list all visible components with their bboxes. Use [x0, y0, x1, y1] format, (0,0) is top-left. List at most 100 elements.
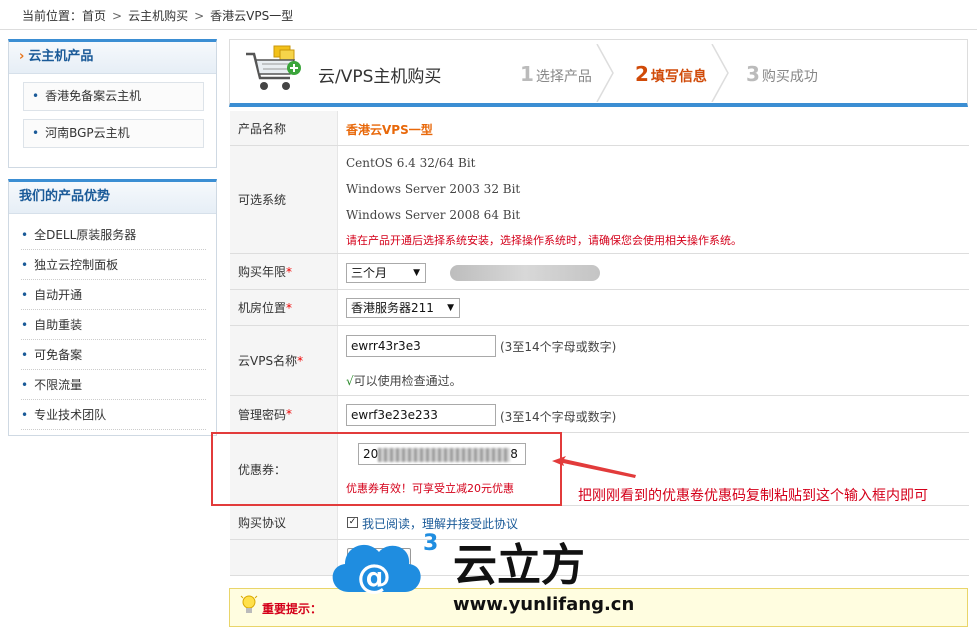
- sidebar-item-henan-bgp[interactable]: • 河南BGP云主机: [23, 119, 204, 148]
- check-icon: √: [346, 374, 354, 388]
- step-1: 1 选择产品: [520, 54, 592, 94]
- list-item-label: 不限流量: [34, 378, 83, 392]
- page-title: 云/VPS主机购买: [318, 67, 442, 87]
- step-2: 2 填写信息: [635, 54, 707, 94]
- list-item-label: 专业技术团队: [34, 408, 107, 422]
- password-hint: (3至14个字母或数字): [500, 410, 617, 424]
- product-name-value: 香港云VPS一型: [346, 123, 433, 137]
- step-number: 1: [520, 62, 534, 86]
- bullet-icon: •: [32, 89, 40, 103]
- breadcrumb: 当前位置：首页 > 云主机购买 > 香港云VPS一型: [0, 0, 977, 30]
- sidebar-item-label: 香港免备案云主机: [45, 89, 142, 103]
- location-select-value: 香港服务器211: [351, 301, 434, 315]
- list-item: • 独立云控制面板: [21, 250, 206, 280]
- step-3: 3 购买成功: [746, 54, 818, 94]
- watermark-brand: 云立方: [453, 540, 585, 591]
- blurred-info: [450, 265, 600, 281]
- location-label-text: 机房位置: [238, 301, 287, 315]
- sidebar-products-title-text: 云主机产品: [28, 49, 94, 64]
- bullet-icon: •: [21, 318, 29, 332]
- step-number: 2: [635, 62, 649, 86]
- annotation-arrow-icon: [552, 456, 636, 478]
- step-number: 3: [746, 62, 760, 86]
- annotation-text: 把刚刚看到的优惠卷优惠码复制粘贴到这个输入框内即可: [578, 488, 928, 504]
- list-item: • 自助重装: [21, 310, 206, 340]
- password-label: 管理密码 *: [230, 396, 338, 432]
- breadcrumb-home[interactable]: 首页: [82, 7, 106, 24]
- os-note: 请在产品开通后选择系统安装，选择操作系统时，请确保您会使用相关操作系统。: [346, 234, 742, 247]
- annotation-highlight-box: [211, 432, 562, 506]
- list-item: • 全DELL原装服务器: [21, 220, 206, 250]
- required-mark: *: [286, 407, 293, 421]
- os-option-win2003: Windows Server 2003 32 Bit: [346, 182, 521, 196]
- period-select-value: 三个月: [351, 266, 388, 280]
- breadcrumb-separator: >: [112, 9, 123, 23]
- step-label: 购买成功: [761, 69, 818, 85]
- row-product-name: 产品名称 香港云VPS一型: [230, 111, 969, 146]
- chevron-right-icon: [596, 44, 614, 102]
- shopping-cart-icon: [246, 45, 301, 90]
- purchase-header: 云/VPS主机购买 1 选择产品 2 填写信息 3 购买成功: [229, 39, 968, 107]
- sidebar-item-hk-cloud[interactable]: • 香港免备案云主机: [23, 82, 204, 111]
- row-vps-name: 云VPS名称 * ewrr43r3e3 (3至14个字母或数字) √可以使用检查通…: [230, 326, 969, 396]
- chevron-right-icon: ›: [19, 49, 25, 64]
- step-label: 填写信息: [650, 69, 707, 85]
- os-option-centos: CentOS 6.4 32/64 Bit: [346, 156, 476, 170]
- row-location: 机房位置 * 香港服务器211 ▼: [230, 290, 969, 326]
- important-tip-text: 重要提示：: [262, 602, 323, 616]
- page: 当前位置：首页 > 云主机购买 > 香港云VPS一型 › 云主机产品 • 香港免备案云主机 …: [0, 0, 977, 627]
- os-option-win2008: Windows Server 2008 64 Bit: [346, 208, 521, 222]
- breadcrumb-separator: >: [194, 9, 205, 23]
- os-label: 可选系统: [230, 146, 338, 253]
- sidebar-advantages: 我们的产品优势 • 全DELL原装服务器 • 独立云控制面板 • 自动开通 • 自助重装…: [8, 179, 217, 436]
- bullet-icon: •: [21, 408, 29, 422]
- product-name-label: 产品名称: [230, 111, 338, 145]
- period-select[interactable]: 三个月 ▼: [346, 263, 426, 283]
- row-password: 管理密码 * ewrf3e23e233 (3至14个字母或数字): [230, 396, 969, 433]
- advantages-list: • 全DELL原装服务器 • 独立云控制面板 • 自动开通 • 自助重装 • 可免备案 •…: [9, 214, 216, 430]
- list-item: • 可免备案: [21, 340, 206, 370]
- password-label-text: 管理密码: [238, 407, 287, 422]
- yunlifang-logo: @ 3 云立方 www.yunlifang.cn: [332, 531, 634, 615]
- list-item: • 自动开通: [21, 280, 206, 310]
- location-select[interactable]: 香港服务器211 ▼: [346, 298, 460, 318]
- period-label-text: 购买年限: [238, 265, 287, 279]
- vps-name-check: √可以使用检查通过。: [346, 372, 462, 389]
- chevron-right-icon: [711, 44, 729, 102]
- period-label: 购买年限 *: [230, 254, 338, 289]
- list-item-label: 自助重装: [34, 318, 83, 332]
- bullet-icon: •: [32, 126, 40, 140]
- step-label: 选择产品: [535, 69, 592, 85]
- sidebar-advantages-title: 我们的产品优势: [9, 182, 216, 214]
- watermark-superscript: 3: [423, 531, 438, 556]
- vps-name-label: 云VPS名称 *: [230, 326, 338, 395]
- bullet-icon: •: [21, 348, 29, 362]
- location-label: 机房位置 *: [230, 290, 338, 325]
- vps-name-input[interactable]: ewrr43r3e3: [346, 335, 496, 357]
- list-item-label: 自动开通: [34, 288, 83, 302]
- svg-text:@: @: [357, 557, 391, 597]
- row-os: 可选系统 CentOS 6.4 32/64 Bit Windows Server…: [230, 146, 969, 254]
- vps-name-hint: (3至14个字母或数字): [500, 340, 617, 354]
- breadcrumb-prefix: 当前位置：: [22, 9, 83, 23]
- bullet-icon: •: [21, 288, 29, 302]
- sidebar-products-title: › 云主机产品: [9, 42, 216, 74]
- list-item-label: 独立云控制面板: [34, 258, 119, 272]
- breadcrumb-cloud-purchase[interactable]: 云主机购买: [128, 7, 188, 24]
- password-input[interactable]: ewrf3e23e233: [346, 404, 496, 426]
- bullet-icon: •: [21, 378, 29, 392]
- bullet-icon: •: [21, 258, 29, 272]
- required-mark: *: [286, 264, 293, 279]
- sidebar-item-label: 河南BGP云主机: [45, 126, 130, 140]
- list-item-label: 可免备案: [34, 348, 83, 362]
- list-item: • 不限流量: [21, 370, 206, 400]
- list-item-label: 全DELL原装服务器: [34, 228, 137, 242]
- breadcrumb-current: 香港云VPS一型: [210, 9, 294, 23]
- watermark-url: www.yunlifang.cn: [453, 594, 634, 615]
- required-mark: *: [286, 300, 293, 315]
- submit-label-cell: [230, 540, 338, 575]
- row-period: 购买年限 * 三个月 ▼: [230, 254, 969, 290]
- vps-name-check-text: 可以使用检查通过。: [353, 374, 462, 388]
- list-item: • 专业技术团队: [21, 400, 206, 430]
- caret-down-icon: ▼: [447, 303, 454, 313]
